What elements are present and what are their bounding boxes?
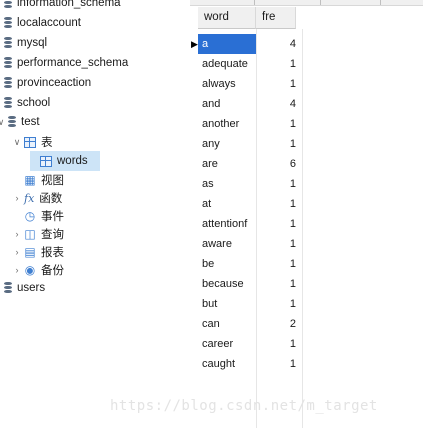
database-icon	[4, 57, 12, 69]
db-label: localaccount	[17, 17, 81, 29]
db-label: performance_schema	[17, 57, 129, 69]
database-icon	[4, 0, 12, 9]
tree-db-performance-schema[interactable]: performance_schema	[4, 54, 128, 72]
cell-fre[interactable]: 1	[256, 254, 302, 274]
column-header-word[interactable]: word	[198, 7, 256, 29]
tree-queries-group[interactable]: › ◫ 查询	[12, 225, 65, 243]
cell-fre[interactable]: 6	[256, 154, 302, 174]
cell-word[interactable]: attentionf	[198, 214, 256, 234]
tables-label: 表	[41, 135, 53, 149]
toolbar-strip	[190, 0, 423, 6]
query-icon: ◫	[24, 227, 36, 241]
cell-word[interactable]: career	[198, 334, 256, 354]
chevron-right-icon[interactable]: ›	[12, 247, 22, 257]
clock-icon: ◷	[24, 209, 36, 223]
cell-fre[interactable]: 4	[256, 34, 302, 54]
cell-word[interactable]: a	[198, 34, 256, 54]
current-row-indicator-icon: ▶	[191, 39, 198, 49]
functions-label: 函数	[39, 191, 63, 205]
tree-table-words[interactable]: words	[30, 151, 100, 171]
data-grid: word fre ▶ a 4 adequate 1 always 1 and 4 another 1…	[190, 0, 423, 428]
events-label: 事件	[41, 209, 64, 223]
cell-word[interactable]: adequate	[198, 54, 256, 74]
cell-fre[interactable]: 1	[256, 354, 302, 374]
tree-reports-group[interactable]: › ▤ 报表	[12, 243, 65, 261]
cell-word[interactable]: aware	[198, 234, 256, 254]
backups-label: 备份	[41, 263, 64, 277]
table-icon	[40, 155, 52, 167]
table-label: words	[57, 155, 88, 167]
cell-fre[interactable]: 1	[256, 334, 302, 354]
tree-db-localaccount[interactable]: localaccount	[4, 14, 81, 32]
report-icon: ▤	[24, 245, 36, 259]
cell-fre[interactable]: 1	[256, 294, 302, 314]
cell-word[interactable]: caught	[198, 354, 256, 374]
tree-views-group[interactable]: ▦ 视图	[12, 171, 64, 189]
view-icon: ▦	[24, 173, 36, 187]
cell-word[interactable]: be	[198, 254, 256, 274]
db-label: test	[21, 116, 40, 128]
cell-word[interactable]: another	[198, 114, 256, 134]
cell-fre[interactable]: 4	[256, 94, 302, 114]
queries-label: 查询	[41, 227, 64, 241]
cell-word[interactable]: as	[198, 174, 256, 194]
db-label: school	[17, 97, 51, 109]
cell-word[interactable]: at	[198, 194, 256, 214]
chevron-right-icon[interactable]: ›	[12, 265, 22, 275]
cell-fre[interactable]: 1	[256, 194, 302, 214]
backup-icon: ◉	[24, 263, 36, 277]
chevron-down-icon[interactable]: ∨	[0, 117, 6, 128]
database-icon	[4, 282, 12, 294]
cell-word[interactable]: but	[198, 294, 256, 314]
cell-fre[interactable]: 1	[256, 114, 302, 134]
tree-functions-group[interactable]: › fx 函数	[12, 189, 63, 207]
function-icon: fx	[24, 191, 35, 205]
database-icon	[4, 37, 12, 49]
cell-word[interactable]: can	[198, 314, 256, 334]
db-label: provinceaction	[17, 77, 92, 89]
tree-db-information-schema[interactable]: information_schema	[4, 0, 121, 12]
tree-db-users[interactable]: users	[4, 279, 45, 297]
db-label: mysql	[17, 37, 48, 49]
cell-word[interactable]: and	[198, 94, 256, 114]
chevron-right-icon[interactable]: ›	[12, 193, 22, 203]
column-header-fre[interactable]: fre	[256, 7, 296, 29]
tree-db-provinceaction[interactable]: provinceaction	[4, 74, 91, 92]
tree-db-school[interactable]: school	[4, 94, 50, 112]
chevron-right-icon[interactable]: ›	[12, 229, 22, 239]
tree-db-mysql[interactable]: mysql	[4, 34, 47, 52]
cell-fre[interactable]: 2	[256, 314, 302, 334]
watermark: https://blog.csdn.net/m_target	[110, 398, 378, 414]
table-icon	[24, 136, 36, 148]
tree-backups-group[interactable]: › ◉ 备份	[12, 261, 65, 279]
cell-word[interactable]: because	[198, 274, 256, 294]
db-label: information_schema	[17, 0, 121, 9]
tree-events-group[interactable]: ◷ 事件	[12, 207, 64, 225]
cell-fre[interactable]: 1	[256, 74, 302, 94]
navigator-tree: information_schema localaccount mysql pe…	[0, 0, 190, 428]
database-icon	[4, 97, 12, 109]
tree-db-test[interactable]: ∨ test	[0, 113, 40, 131]
chevron-down-icon[interactable]: ∨	[12, 137, 22, 148]
reports-label: 报表	[41, 245, 64, 259]
database-icon	[4, 77, 12, 89]
cell-fre[interactable]: 1	[256, 214, 302, 234]
cell-word[interactable]: always	[198, 74, 256, 94]
db-label: users	[17, 282, 46, 294]
tree-tables-group[interactable]: ∨ 表	[12, 133, 53, 151]
cell-word[interactable]: any	[198, 134, 256, 154]
cell-fre[interactable]: 1	[256, 134, 302, 154]
views-label: 视图	[41, 173, 64, 187]
cell-fre[interactable]: 1	[256, 234, 302, 254]
cell-fre[interactable]: 1	[256, 274, 302, 294]
cell-fre[interactable]: 1	[256, 54, 302, 74]
cell-word[interactable]: are	[198, 154, 256, 174]
cell-fre[interactable]: 1	[256, 174, 302, 194]
database-icon	[4, 17, 12, 29]
database-icon	[8, 116, 16, 128]
